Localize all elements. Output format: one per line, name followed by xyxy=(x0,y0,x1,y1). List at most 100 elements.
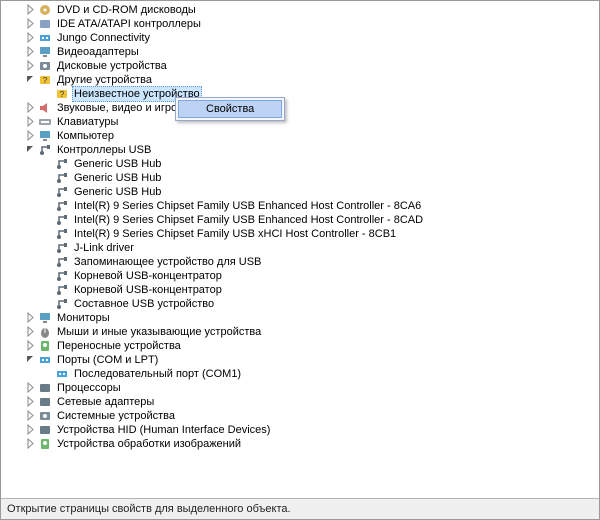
tree-node-label: Generic USB Hub xyxy=(72,171,163,185)
portable-icon xyxy=(37,339,52,353)
expand-toggle[interactable] xyxy=(25,312,36,325)
tree-node[interactable]: Системные устройства xyxy=(5,409,595,423)
expand-toggle[interactable] xyxy=(25,424,36,437)
tree-node[interactable]: Jungo Connectivity xyxy=(5,31,595,45)
tree-node[interactable]: Компьютер xyxy=(5,129,595,143)
monitor_sm-icon xyxy=(37,311,52,325)
tree-node[interactable]: Мониторы xyxy=(5,311,595,325)
tree-node[interactable]: Последовательный порт (COM1) xyxy=(5,367,595,381)
tree-node[interactable]: Корневой USB-концентратор xyxy=(5,269,595,283)
expand-toggle[interactable] xyxy=(25,116,36,129)
tree-node-label: Generic USB Hub xyxy=(72,157,163,171)
tree-node-label: Другие устройства xyxy=(55,73,154,87)
tree-node[interactable]: Сетевые адаптеры xyxy=(5,395,595,409)
tree-node-label: Сетевые адаптеры xyxy=(55,395,156,409)
tree-node-label: Переносные устройства xyxy=(55,339,183,353)
collapse-toggle[interactable] xyxy=(25,144,36,157)
expand-toggle[interactable] xyxy=(25,410,36,423)
tree-node[interactable]: Составное USB устройство xyxy=(5,297,595,311)
tree-node[interactable]: Корневой USB-концентратор xyxy=(5,283,595,297)
tree-node-label: Intel(R) 9 Series Chipset Family USB Enh… xyxy=(72,199,423,213)
keyboard-icon xyxy=(37,115,52,129)
tree-node-label: Устройства обработки изображений xyxy=(55,437,243,451)
collapse-toggle[interactable] xyxy=(25,74,36,87)
collapse-toggle[interactable] xyxy=(25,354,36,367)
tree-node[interactable]: Процессоры xyxy=(5,381,595,395)
usbhub-icon xyxy=(54,199,69,213)
tree-node-label: Процессоры xyxy=(55,381,123,395)
usbhub-icon xyxy=(54,213,69,227)
tree-node-label: Корневой USB-концентратор xyxy=(72,283,224,297)
tree-node-label: Составное USB устройство xyxy=(72,297,216,311)
unknown-icon: ? xyxy=(54,87,69,101)
expand-toggle[interactable] xyxy=(25,60,36,73)
tree-node-label: Мыши и иные указывающие устройства xyxy=(55,325,263,339)
usbhub-icon xyxy=(54,255,69,269)
expand-toggle[interactable] xyxy=(25,130,36,143)
tree-node[interactable]: DVD и CD-ROM дисководы xyxy=(5,3,595,17)
tree-node[interactable]: Intel(R) 9 Series Chipset Family USB xHC… xyxy=(5,227,595,241)
ide-icon xyxy=(37,17,52,31)
other-icon: ? xyxy=(37,73,52,87)
tree-node[interactable]: ?Неизвестное устройство xyxy=(5,87,595,101)
tree-node[interactable]: Переносные устройства xyxy=(5,339,595,353)
tree-node[interactable]: Видеоадаптеры xyxy=(5,45,595,59)
context-menu: Свойства xyxy=(175,97,285,121)
expand-toggle[interactable] xyxy=(25,32,36,45)
expand-toggle[interactable] xyxy=(25,382,36,395)
tree-node-label: Порты (COM и LPT) xyxy=(55,353,160,367)
tree-node[interactable]: Intel(R) 9 Series Chipset Family USB Enh… xyxy=(5,213,595,227)
tree-node-label: Дисковые устройства xyxy=(55,59,169,73)
tree-node-label: Intel(R) 9 Series Chipset Family USB xHC… xyxy=(72,227,398,241)
disc-icon xyxy=(37,3,52,17)
tree-node[interactable]: Intel(R) 9 Series Chipset Family USB Enh… xyxy=(5,199,595,213)
tree-node-label: J-Link driver xyxy=(72,241,136,255)
tree-node-label: Мониторы xyxy=(55,311,112,325)
expand-toggle[interactable] xyxy=(25,46,36,59)
usbhub-icon xyxy=(54,157,69,171)
expand-toggle[interactable] xyxy=(25,396,36,409)
tree-node-label: Корневой USB-концентратор xyxy=(72,269,224,283)
expand-toggle[interactable] xyxy=(25,438,36,451)
ports-icon xyxy=(37,353,52,367)
tree-node[interactable]: Generic USB Hub xyxy=(5,171,595,185)
tree-node-label: DVD и CD-ROM дисководы xyxy=(55,3,198,17)
expand-toggle[interactable] xyxy=(25,18,36,31)
tree-node-label: Jungo Connectivity xyxy=(55,31,152,45)
tree-node[interactable]: Устройства обработки изображений xyxy=(5,437,595,451)
tree-node-label: Системные устройства xyxy=(55,409,177,423)
svg-text:?: ? xyxy=(42,76,47,85)
tree-node-label: Устройства HID (Human Interface Devices) xyxy=(55,423,272,437)
tree-node-label: Последовательный порт (COM1) xyxy=(72,367,243,381)
tree-node-label: IDE ATA/ATAPI контроллеры xyxy=(55,17,203,31)
sound-icon xyxy=(37,101,52,115)
tree-node[interactable]: Мыши и иные указывающие устройства xyxy=(5,325,595,339)
image-icon xyxy=(37,437,52,451)
tree-node-label: Запоминающее устройство для USB xyxy=(72,255,263,269)
tree-node-label: Клавиатуры xyxy=(55,115,120,129)
usb-icon xyxy=(37,143,52,157)
tree-node[interactable]: Звуковые, видео и игровые xyxy=(5,101,595,115)
tree-node[interactable]: Клавиатуры xyxy=(5,115,595,129)
expand-toggle[interactable] xyxy=(25,340,36,353)
tree-node[interactable]: Дисковые устройства xyxy=(5,59,595,73)
tree-node[interactable]: IDE ATA/ATAPI контроллеры xyxy=(5,17,595,31)
status-text: Открытие страницы свойств для выделенног… xyxy=(7,503,291,515)
monitor-icon xyxy=(37,45,52,59)
usbhub-icon xyxy=(54,241,69,255)
tree-node[interactable]: Generic USB Hub xyxy=(5,157,595,171)
device-tree[interactable]: DVD и CD-ROM дисководыIDE ATA/ATAPI конт… xyxy=(1,1,599,498)
menu-item-properties[interactable]: Свойства xyxy=(178,100,282,118)
disk-icon xyxy=(37,59,52,73)
expand-toggle[interactable] xyxy=(25,102,36,115)
tree-node[interactable]: Устройства HID (Human Interface Devices) xyxy=(5,423,595,437)
tree-node[interactable]: Порты (COM и LPT) xyxy=(5,353,595,367)
expand-toggle[interactable] xyxy=(25,4,36,17)
tree-node[interactable]: Контроллеры USB xyxy=(5,143,595,157)
tree-node[interactable]: Generic USB Hub xyxy=(5,185,595,199)
expand-toggle[interactable] xyxy=(25,326,36,339)
tree-node[interactable]: Запоминающее устройство для USB xyxy=(5,255,595,269)
tree-node[interactable]: J-Link driver xyxy=(5,241,595,255)
tree-node[interactable]: ? Другие устройства xyxy=(5,73,595,87)
cpu-icon xyxy=(37,381,52,395)
